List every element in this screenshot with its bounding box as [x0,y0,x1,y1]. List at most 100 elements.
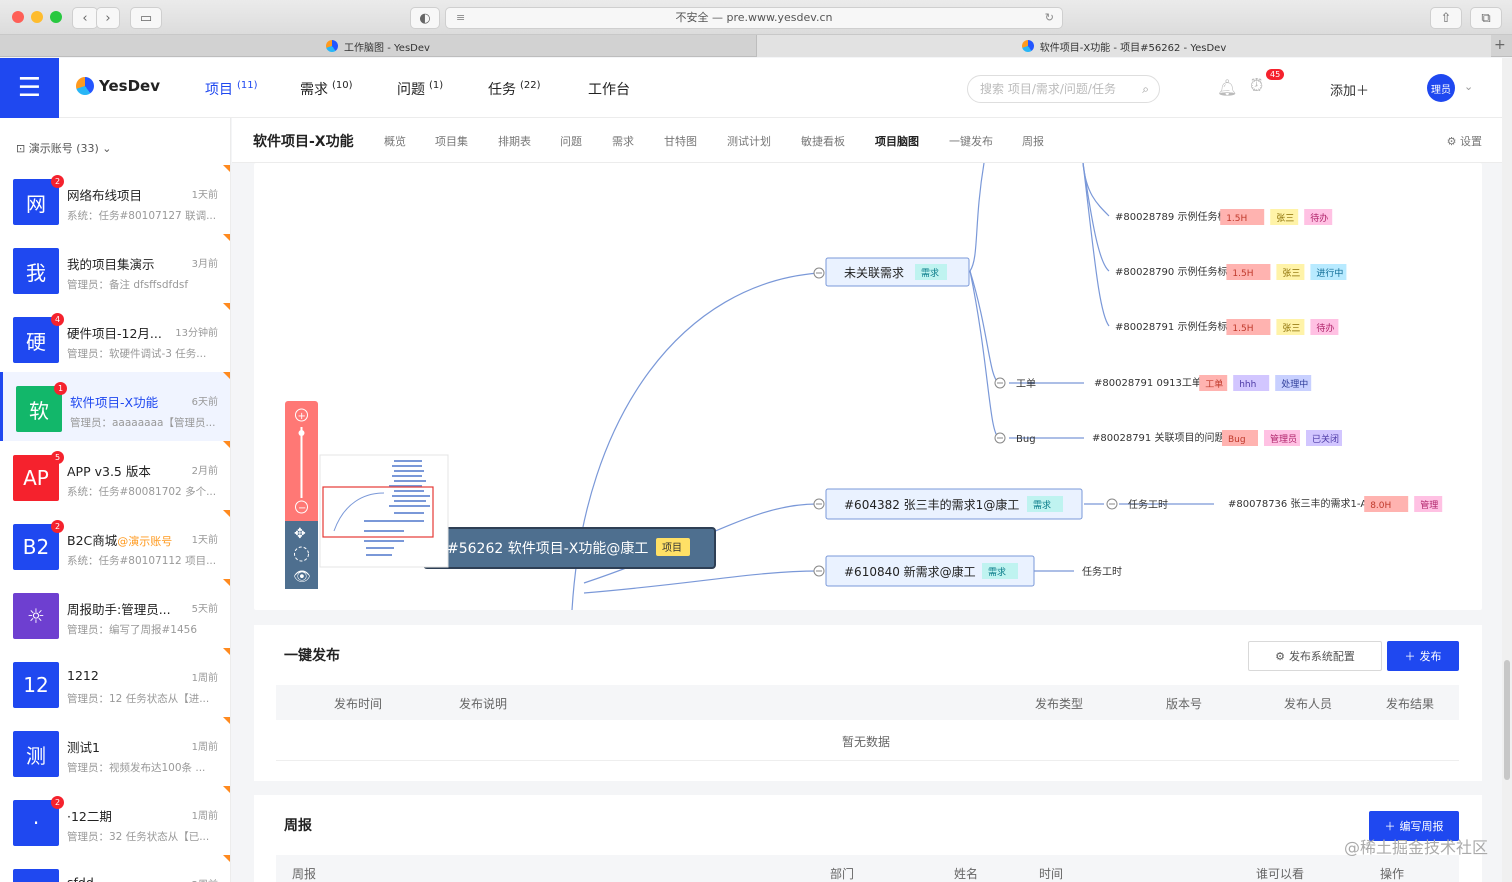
leaf-item-label[interactable]: #80078736 张三丰的需求1-API [1228,497,1376,510]
scrollbar-thumb[interactable] [1504,660,1510,780]
settings-link[interactable]: ⚙ 设置 [1447,133,1482,149]
project-avatar: 12 [13,662,59,708]
minimize-window-button[interactable] [31,11,43,23]
release-panel: 一键发布 ⚙ 发布系统配置 ＋ 发布 发布时间 发布说明 发布类型 版本号 发布… [254,625,1482,781]
tabs-overview-icon[interactable]: ⧉ [1470,7,1502,29]
project-activity: 管理员：视频发布达100条 ... [67,762,206,774]
add-button[interactable]: 添加＋ [1330,80,1369,99]
tab-mindmap[interactable]: 项目脑图 [875,133,919,149]
minimap[interactable] [319,454,449,568]
project-list-item[interactable]: 硬 4 硬件项目-12月... 13分钟前 管理员：软硬件调试-3 任务... [0,303,230,372]
forward-icon[interactable]: › [96,7,120,29]
column-header: 姓名 [954,867,979,881]
corner-flag [223,303,230,311]
write-weekly-label: 编写周报 [1399,820,1444,833]
back-icon[interactable]: ‹ [72,7,98,29]
chevron-down-icon[interactable]: ⌄ [1464,80,1473,93]
zoom-controls[interactable]: + − ✥ 👁︎ [285,401,318,589]
mindmap-canvas[interactable]: #56262 软件项目-X功能@康工 项目 未关联需求 需求 #604382 张… [254,163,1482,610]
leaf-item-label[interactable]: #80028789 示例任务标题 [1115,210,1237,223]
eye-icon[interactable]: 👁︎ [293,569,311,585]
corner-flag [223,579,230,587]
mindmap-node-unlinked[interactable]: 未关联需求 需求 [825,257,970,287]
project-time: 13分钟前 [175,328,218,339]
zoom-window-button[interactable] [50,11,62,23]
browser-tab[interactable]: 工作脑图 - YesDev [0,35,756,57]
project-time: 1周前 [191,742,218,753]
weekly-table-header: 周报 部门 姓名 时间 谁可以看 操作 [276,855,1459,882]
search-icon[interactable]: ⌕ [1142,76,1149,102]
project-list-item[interactable]: · 2 ·12二期 1周前 管理员：32 任务状态从【已... [0,786,230,855]
leaf-item-label[interactable]: #80028790 示例任务标题2 [1115,265,1244,278]
browser-tab-active[interactable]: 软件项目-X功能 - 项目#56262 - YesDev [756,35,1491,57]
tab-overview[interactable]: 概览 [384,133,406,149]
menu-icon[interactable]: ☰ [0,58,59,118]
tab-release[interactable]: 一键发布 [949,133,993,149]
nav-requirements[interactable]: 需求 (10) [300,79,353,99]
tab-test-plan[interactable]: 测试计划 [727,133,771,149]
sidebar-toggle-icon[interactable]: ▭ [130,7,162,29]
mindmap-root-node[interactable]: #56262 软件项目-X功能@康工 项目 [423,527,716,569]
alarm-clock-icon[interactable]: ⏰︎ [1250,76,1263,96]
tab-weekly[interactable]: 周报 [1022,133,1044,149]
tab-issues[interactable]: 问题 [560,133,582,149]
move-icon[interactable]: ✥ [294,526,306,542]
publish-button[interactable]: ＋ 发布 [1387,641,1459,671]
project-list-item[interactable]: AP 5 APP v3.5 版本 2月前 系统：任务#80081702 多个..… [0,441,230,510]
leaf-tag: hhh [1239,380,1256,390]
corner-flag [223,855,230,863]
yesdev-favicon-icon [1021,40,1034,52]
nav-workbench[interactable]: 工作台 [588,79,630,99]
leaf-tag: 张三 [1276,213,1294,224]
search-placeholder: 搜索 项目/需求/问题/任务 [980,82,1116,96]
nav-issues[interactable]: 问题 (1) [397,79,443,99]
project-list-item[interactable]: 我 我的项目集演示 3月前 管理员：备注 dfsffsdfdsf [0,234,230,303]
project-subnav: 软件项目-X功能 概览 项目集 排期表 问题 需求 甘特图 测试计划 敏捷看板 … [232,118,1512,163]
yesdev-logo-icon [76,77,94,95]
project-list-item[interactable]: B2 2 B2C商城@演示账号 1天前 系统：任务#80107112 项目... [0,510,230,579]
mindmap-node-req-610840[interactable]: #610840 新需求@康工 需求 [825,555,1035,587]
project-name: 我的项目集演示 [67,257,155,272]
share-icon[interactable]: ⇧ [1430,7,1462,29]
leaf-tag: 管理 [1420,499,1438,511]
avatar[interactable]: 理员 [1427,74,1455,102]
nav-tasks[interactable]: 任务 (22) [488,79,541,99]
tab-kanban[interactable]: 敏捷看板 [801,133,845,149]
leaf-item-label[interactable]: #80028791 0913工单 [1094,377,1202,389]
leaf-tag: 工单 [1205,378,1223,390]
project-list-item[interactable]: 测 测试1 1周前 管理员：视频发布达100条 ... [0,717,230,786]
account-switcher[interactable]: ⊡ 演示账号 (33) ⌄ [16,140,112,156]
project-list-item[interactable]: 软 1 软件项目-X功能 6天前 管理员：aaaaaaaa【管理员... [0,372,230,441]
empty-state: 暂无数据 [842,735,891,749]
account-icon: ⊡ [16,142,26,155]
zoom-in-icon[interactable]: + [298,411,306,422]
logo[interactable]: YesDev [76,77,160,95]
chevron-down-icon: ⌄ [102,142,112,155]
reader-icon[interactable]: ≡ [456,8,465,28]
privacy-shield-icon[interactable]: ◐ [410,7,440,29]
zoom-out-icon[interactable]: − [298,503,306,514]
project-time: 3月前 [191,259,218,270]
leaf-item-label[interactable]: #80028791 示例任务标题3 [1115,320,1244,333]
mindmap-node-req-604382[interactable]: #604382 张三丰的需求1@康工 需求 [825,488,1083,520]
tab-requirements[interactable]: 需求 [612,133,634,149]
project-activity: 管理员：aaaaaaaa【管理员... [70,417,216,429]
project-list-item[interactable]: ☼ 周报助手:管理员... 5天前 管理员：编写了周报#1456 [0,579,230,648]
tab-project-set[interactable]: 项目集 [435,133,468,149]
collapse-toggles[interactable] [813,267,1118,577]
reload-icon[interactable]: ↻ [1045,8,1054,28]
root-tag: 项目 [662,542,682,554]
bell-icon[interactable]: 🔔︎ [1217,78,1237,97]
address-bar[interactable]: 不安全 — pre.www.yesdev.cn ≡ ↻ [445,7,1063,29]
search-input[interactable]: 搜索 项目/需求/问题/任务 ⌕ [967,75,1160,103]
release-config-button[interactable]: ⚙ 发布系统配置 [1248,641,1382,671]
project-list-item[interactable]: sfdd 2周前 [0,855,230,882]
project-list-item[interactable]: 网 2 网络布线项目 1天前 系统：任务#80107127 联调... [0,165,230,234]
tab-gantt[interactable]: 甘特图 [664,133,697,149]
tab-schedule[interactable]: 排期表 [498,133,531,149]
new-tab-icon[interactable]: + [1494,37,1506,53]
nav-projects[interactable]: 项目 (11) [205,79,258,99]
project-list-item[interactable]: 12 1212 1周前 管理员：12 任务状态从【进... [0,648,230,717]
close-window-button[interactable] [12,11,24,23]
mindmap-panel[interactable]: #56262 软件项目-X功能@康工 项目 未关联需求 需求 #604382 张… [254,163,1482,610]
